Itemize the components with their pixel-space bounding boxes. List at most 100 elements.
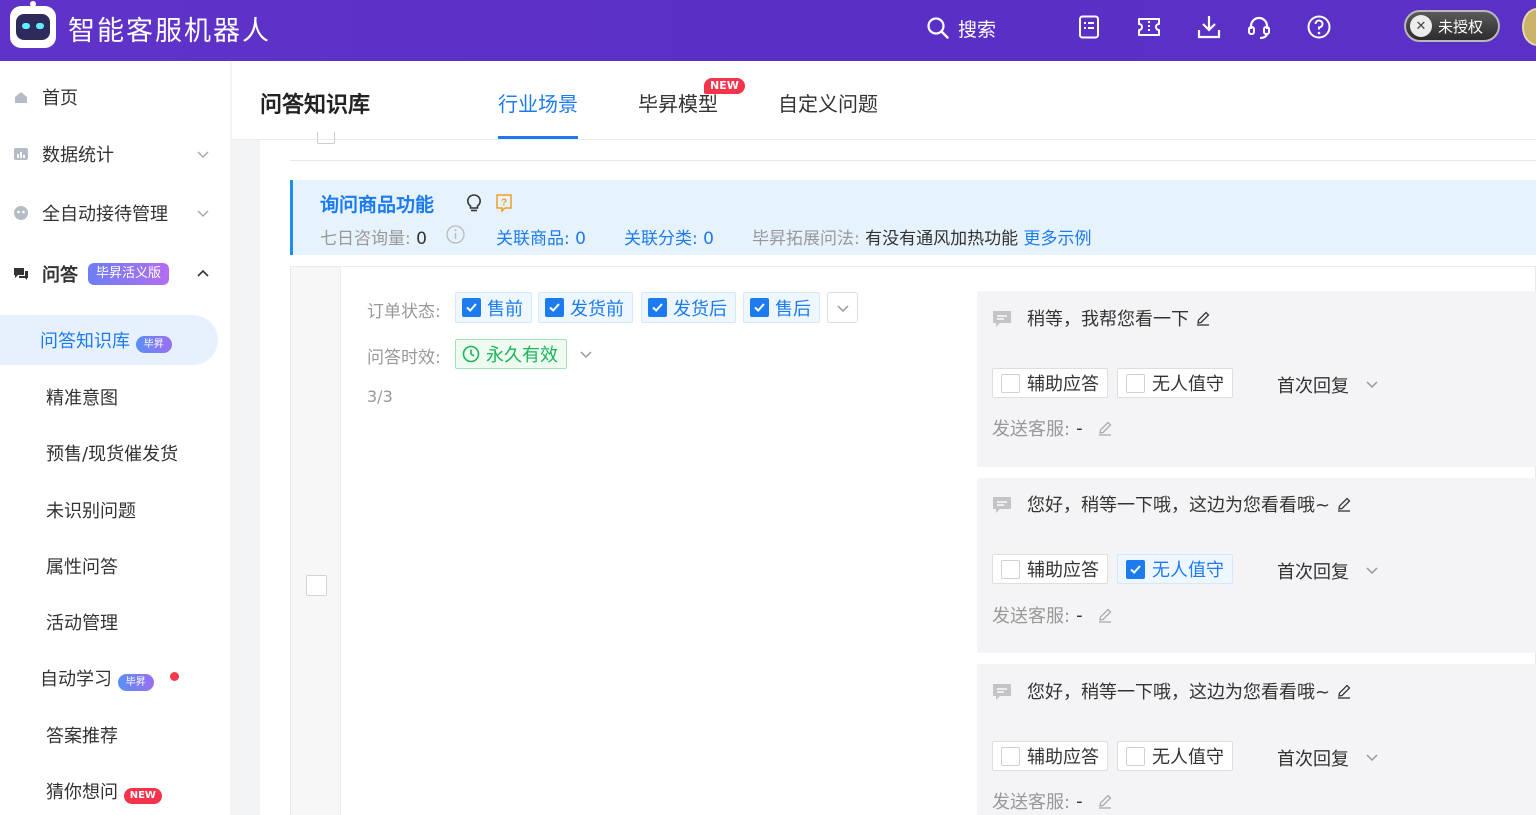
edit-pencil-icon[interactable] bbox=[1195, 310, 1211, 326]
clock-icon bbox=[462, 345, 480, 363]
ticket-icon[interactable] bbox=[1136, 14, 1162, 40]
sidebar-label: 问答知识库 bbox=[40, 331, 130, 352]
row-checkbox[interactable] bbox=[306, 575, 327, 596]
order-status-before-ship[interactable]: 发货前 bbox=[538, 292, 633, 323]
checkbox bbox=[1001, 746, 1020, 766]
chat-bubble-icon bbox=[14, 268, 28, 280]
edit-pencil-icon[interactable] bbox=[1336, 496, 1352, 512]
checkbox-checked-icon bbox=[545, 298, 564, 317]
bisheng-badge: 毕昇 bbox=[135, 336, 172, 353]
more-examples-link[interactable]: 更多示例 bbox=[1024, 229, 1092, 249]
linked-category-link[interactable]: 关联分类: 0 bbox=[624, 224, 714, 249]
message-icon bbox=[993, 311, 1011, 327]
seven-day-consult: 七日咨询量: 0 bbox=[320, 224, 427, 249]
option-label: 辅助应答 bbox=[1027, 560, 1099, 581]
avatar[interactable] bbox=[1522, 8, 1536, 46]
edit-pencil-icon[interactable] bbox=[1097, 607, 1113, 623]
page-title: 问答知识库 bbox=[260, 93, 371, 118]
chevron-up-icon bbox=[197, 269, 209, 277]
assist-reply-checkbox[interactable]: 辅助应答 bbox=[992, 368, 1108, 398]
page-header: 问答知识库 行业场景 毕昇模型 NEW 自定义问题 bbox=[232, 61, 1536, 140]
reply-count: 3/3 bbox=[367, 387, 393, 406]
sidebar-item-qa[interactable]: 问答 毕昇活义版 bbox=[0, 254, 230, 294]
top-bar: 智能客服机器人 搜索 ✕ 未授权 bbox=[0, 0, 1536, 61]
customer-service-icon[interactable] bbox=[1246, 14, 1272, 40]
validity-select[interactable]: 永久有效 bbox=[455, 339, 567, 369]
order-status-presale[interactable]: 售前 bbox=[455, 292, 532, 323]
info-icon[interactable] bbox=[446, 225, 465, 244]
sidebar-label: 自动学习 bbox=[40, 669, 112, 690]
sidebar-item-unrecognized[interactable]: 未识别问题 bbox=[46, 497, 136, 523]
sidebar-item-answer-recommend[interactable]: 答案推荐 bbox=[46, 722, 118, 748]
order-status-after-ship[interactable]: 发货后 bbox=[641, 292, 736, 323]
sidebar-label-stats: 数据统计 bbox=[42, 145, 114, 166]
assist-reply-checkbox[interactable]: 辅助应答 bbox=[992, 554, 1108, 584]
auth-label: 未授权 bbox=[1438, 17, 1484, 36]
qa-edition-badge: 毕昇活义版 bbox=[88, 263, 170, 285]
sidebar-item-qa-knowledge[interactable]: 问答知识库 毕昇 bbox=[40, 327, 172, 353]
expand-value: 有没有通风加热功能 bbox=[865, 229, 1019, 249]
option-label: 无人值守 bbox=[1152, 747, 1224, 768]
chevron-down-icon[interactable] bbox=[1365, 563, 1379, 577]
sidebar-item-auto-reception[interactable]: 全自动接待管理 bbox=[0, 193, 230, 233]
tab-industry-scene[interactable]: 行业场景 bbox=[498, 88, 578, 117]
sidebar-item-stats[interactable]: 数据统计 bbox=[0, 134, 230, 174]
chart-icon bbox=[14, 148, 28, 160]
notification-dot bbox=[170, 672, 179, 681]
validity-value: 永久有效 bbox=[486, 345, 558, 366]
unattended-checkbox[interactable]: 无人值守 bbox=[1117, 554, 1233, 584]
message-icon bbox=[993, 497, 1011, 513]
sidebar-item-guess[interactable]: 猜你想问 NEW bbox=[46, 778, 162, 804]
lightbulb-icon[interactable] bbox=[465, 193, 483, 213]
download-icon[interactable] bbox=[1196, 14, 1222, 40]
select-all-checkbox[interactable] bbox=[317, 132, 335, 144]
search-icon bbox=[927, 17, 949, 39]
sidebar-item-activity[interactable]: 活动管理 bbox=[46, 609, 118, 635]
first-reply-select[interactable]: 首次回复 bbox=[1277, 745, 1349, 771]
task-list-icon[interactable] bbox=[1076, 14, 1102, 40]
chevron-down-icon[interactable] bbox=[1365, 750, 1379, 764]
help-icon[interactable] bbox=[1306, 14, 1332, 40]
assist-reply-checkbox[interactable]: 辅助应答 bbox=[992, 741, 1108, 771]
edit-pencil-icon[interactable] bbox=[1097, 793, 1113, 809]
checkbox bbox=[1001, 373, 1020, 393]
sidebar-item-auto-learn[interactable]: 自动学习 毕昇 bbox=[40, 665, 154, 691]
expand-question: 毕昇拓展问法: 有没有通风加热功能 更多示例 bbox=[752, 224, 1092, 249]
sidebar-label-auto: 全自动接待管理 bbox=[42, 204, 168, 225]
sidebar-item-home[interactable]: 首页 bbox=[0, 77, 230, 117]
rule-card: 订单状态: 售前 发货前 发货后 售后 问答时效: 永久有效 3/3 稍等，我帮… bbox=[290, 266, 1536, 815]
question-card: 询问商品功能 ? 七日咨询量: 0 关联商品: 0 关联分类: 0 毕昇拓展问法… bbox=[290, 180, 1536, 255]
unauthorized-button[interactable]: ✕ 未授权 bbox=[1404, 10, 1500, 42]
sidebar-item-attribute-qa[interactable]: 属性问答 bbox=[46, 553, 118, 579]
tab-custom-question[interactable]: 自定义问题 bbox=[778, 88, 878, 117]
unattended-checkbox[interactable]: 无人值守 bbox=[1117, 741, 1233, 771]
checkbox-checked-icon bbox=[462, 298, 481, 317]
first-reply-select[interactable]: 首次回复 bbox=[1277, 372, 1349, 398]
sidebar-label-qa: 问答 bbox=[42, 265, 78, 286]
unattended-checkbox[interactable]: 无人值守 bbox=[1117, 368, 1233, 398]
checkbox bbox=[1126, 746, 1145, 766]
linked-goods-link[interactable]: 关联商品: 0 bbox=[496, 224, 586, 249]
chevron-down-icon[interactable] bbox=[579, 347, 593, 361]
question-help-icon[interactable]: ? bbox=[495, 193, 513, 213]
edit-pencil-icon[interactable] bbox=[1336, 683, 1352, 699]
edit-pencil-icon[interactable] bbox=[1097, 420, 1113, 436]
chevron-down-icon bbox=[836, 304, 849, 312]
new-badge: NEW bbox=[123, 788, 162, 804]
new-badge: NEW bbox=[704, 78, 745, 94]
checkbox-checked-icon bbox=[1126, 559, 1145, 579]
sidebar-item-precise-intent[interactable]: 精准意图 bbox=[46, 384, 118, 410]
reply-content: 您好，稍等一下哦，这边为您看看哦~ bbox=[1027, 682, 1331, 703]
sidebar-item-presale-delivery[interactable]: 预售/现货催发货 bbox=[46, 440, 178, 466]
robot-logo-icon bbox=[10, 1, 56, 48]
order-status-aftersale[interactable]: 售后 bbox=[743, 292, 820, 323]
search-button[interactable]: 搜索 bbox=[926, 13, 996, 43]
first-reply-select[interactable]: 首次回复 bbox=[1277, 558, 1349, 584]
reply-text: 稍等，我帮您看一下 bbox=[1027, 305, 1211, 331]
chevron-down-icon[interactable] bbox=[1365, 377, 1379, 391]
chip-label: 售后 bbox=[775, 298, 811, 320]
chevron-down-icon bbox=[197, 151, 209, 159]
order-status-expand-button[interactable] bbox=[827, 292, 858, 323]
option-label: 辅助应答 bbox=[1027, 747, 1099, 768]
option-label: 辅助应答 bbox=[1027, 374, 1099, 395]
